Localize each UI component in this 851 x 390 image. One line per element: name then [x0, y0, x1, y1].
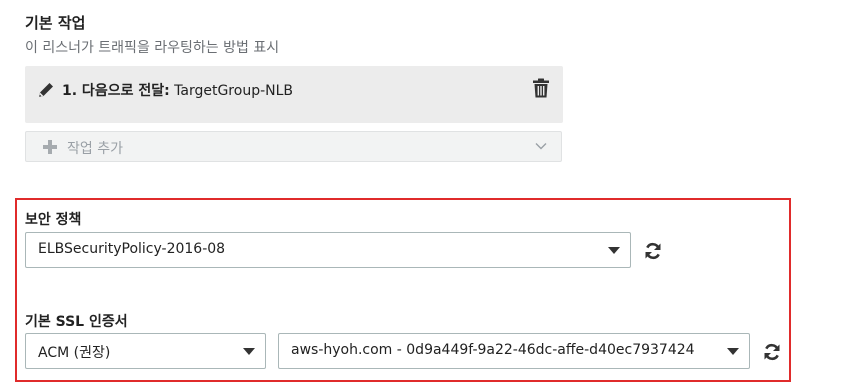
refresh-icon[interactable]	[644, 242, 662, 260]
certificate-select[interactable]: aws-hyoh.com - 0d9a449f-9a22-46dc-affe-d…	[278, 333, 750, 369]
security-policy-select[interactable]: ELBSecurityPolicy-2016-08	[25, 232, 631, 268]
caret-down-icon	[608, 247, 620, 254]
certificate-source-value: ACM (권장)	[38, 345, 111, 361]
chevron-down-icon	[535, 143, 547, 150]
pencil-icon[interactable]	[37, 81, 55, 99]
add-action-button[interactable]: 작업 추가	[25, 131, 562, 162]
security-policy-label: 보안 정책	[25, 212, 82, 228]
ssl-certificate-label: 기본 SSL 인증서	[25, 314, 128, 330]
action-item-target: TargetGroup-NLB	[174, 83, 294, 99]
certificate-source-select[interactable]: ACM (권장)	[25, 333, 266, 369]
security-policy-value: ELBSecurityPolicy-2016-08	[38, 241, 226, 257]
action-item-prefix: 1. 다음으로 전달:	[62, 83, 170, 99]
add-action-label: 작업 추가	[67, 141, 123, 157]
refresh-icon[interactable]	[763, 343, 781, 361]
caret-down-icon	[243, 348, 255, 355]
default-actions-title: 기본 작업	[25, 14, 86, 32]
certificate-value: aws-hyoh.com - 0d9a449f-9a22-46dc-affe-d…	[291, 342, 695, 358]
trash-icon[interactable]	[532, 78, 550, 98]
action-item-text: 1. 다음으로 전달: TargetGroup-NLB	[62, 80, 293, 100]
default-actions-description: 이 리스너가 트래픽을 라우팅하는 방법 표시	[25, 40, 280, 56]
plus-icon	[43, 140, 57, 154]
caret-down-icon	[727, 348, 739, 355]
